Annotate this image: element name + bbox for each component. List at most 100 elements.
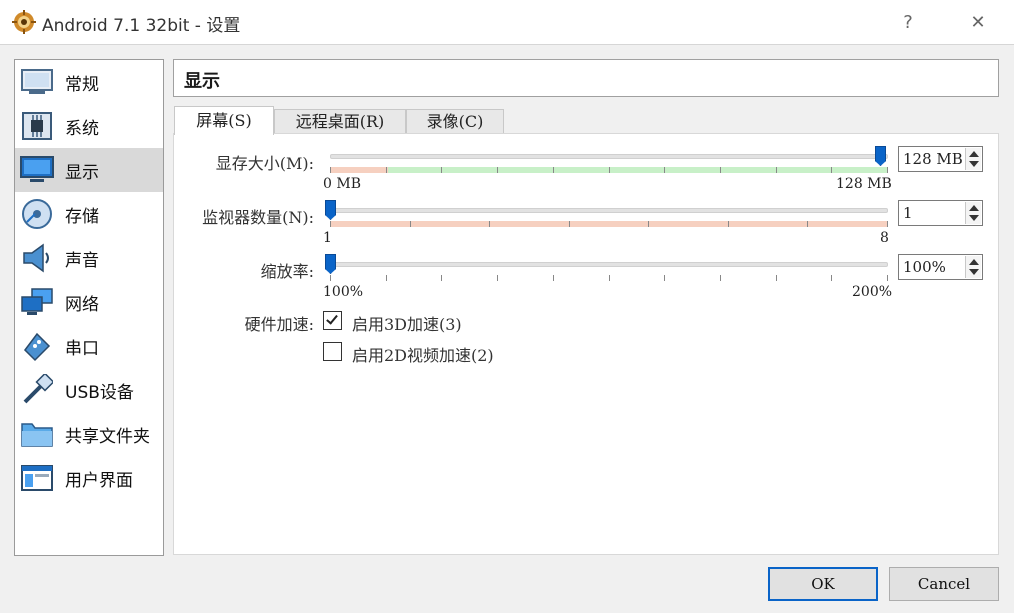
settings-sidebar: 常规 系统 显示 存储 声音 网络 串口 USB设备 共享文件夹 用户界面 (14, 59, 164, 556)
slider-tick (720, 275, 721, 281)
help-button[interactable]: ? (888, 8, 928, 38)
slider-tick (887, 167, 888, 173)
video-memory-stepper[interactable] (965, 148, 981, 170)
slider-tick (776, 167, 777, 173)
ok-button[interactable]: OK (768, 567, 878, 601)
video-memory-ticks (330, 167, 888, 173)
slider-tick (728, 221, 729, 227)
sidebar-item-network[interactable]: 网络 (15, 280, 163, 324)
sidebar-item-system[interactable]: 系统 (15, 104, 163, 148)
slider-tick (609, 275, 610, 281)
slider-tick (489, 221, 490, 227)
sidebar-item-audio[interactable]: 声音 (15, 236, 163, 280)
sidebar-item-serial-port[interactable]: 串口 (15, 324, 163, 368)
slider-tick (664, 275, 665, 281)
tab-recording[interactable]: 录像(C) (406, 109, 504, 134)
stepper-down-icon[interactable] (969, 215, 979, 221)
monitor-count-label: 监视器数量(N): (202, 208, 314, 227)
monitor-count-value: 1 (903, 204, 913, 222)
sidebar-item-label: 声音 (65, 250, 99, 271)
sidebar-item-label: 存储 (65, 206, 99, 227)
slider-tick (330, 221, 331, 227)
user-interface-icon (19, 462, 55, 494)
monitor-count-slider-track[interactable] (330, 208, 888, 213)
stepper-up-icon[interactable] (969, 259, 979, 265)
usb-icon (19, 374, 55, 406)
sidebar-item-display[interactable]: 显示 (15, 148, 163, 192)
monitor-count-ticks (330, 221, 888, 227)
slider-tick (386, 275, 387, 281)
slider-tick (441, 167, 442, 173)
slider-tick (609, 167, 610, 173)
sidebar-item-storage[interactable]: 存储 (15, 192, 163, 236)
tab-remote-display[interactable]: 远程桌面(R) (274, 109, 406, 134)
scale-factor-min-label: 100% (323, 284, 364, 300)
sidebar-item-label: 用户界面 (65, 470, 133, 491)
slider-tick (831, 275, 832, 281)
monitor-count-stepper[interactable] (965, 202, 981, 224)
enable-2d-checkbox[interactable] (323, 342, 342, 361)
video-memory-spinbox[interactable]: 128 MB (898, 146, 983, 172)
sidebar-item-user-interface[interactable]: 用户界面 (15, 456, 163, 500)
monitor-count-min-label: 1 (323, 230, 332, 246)
sidebar-item-label: 显示 (65, 162, 99, 183)
enable-2d-label[interactable]: 启用2D视频加速(2) (352, 342, 494, 366)
window-title: Android 7.1 32bit - 设置 (42, 16, 241, 36)
shared-folder-icon (19, 418, 55, 450)
slider-tick (720, 167, 721, 173)
slider-tick (330, 275, 331, 281)
slider-tick (664, 167, 665, 173)
acceleration-label: 硬件加速: (244, 315, 314, 334)
sidebar-item-label: 系统 (65, 118, 99, 139)
storage-disk-icon (19, 198, 55, 230)
slider-tick (887, 221, 888, 227)
video-memory-min-label: 0 MB (323, 176, 361, 192)
close-button[interactable]: ✕ (958, 8, 998, 38)
section-title: 显示 (184, 71, 220, 92)
video-memory-label: 显存大小(M): (215, 154, 314, 173)
sidebar-item-usb[interactable]: USB设备 (15, 368, 163, 412)
sidebar-item-label: 常规 (65, 74, 99, 95)
slider-tick (386, 167, 387, 173)
slider-tick (553, 167, 554, 173)
slider-tick (569, 221, 570, 227)
stepper-up-icon[interactable] (969, 205, 979, 211)
slider-tick (497, 275, 498, 281)
serial-port-icon (19, 330, 55, 362)
scale-factor-label: 缩放率: (260, 262, 314, 281)
stepper-down-icon[interactable] (969, 269, 979, 275)
screen-tab-panel (173, 133, 999, 555)
network-icon (19, 286, 55, 318)
video-memory-slider-track[interactable] (330, 154, 888, 159)
slider-tick (887, 275, 888, 281)
tab-screen[interactable]: 屏幕(S) (174, 106, 274, 135)
general-icon (19, 66, 55, 98)
stepper-up-icon[interactable] (969, 151, 979, 157)
scale-factor-spinbox[interactable]: 100% (898, 254, 983, 280)
scale-factor-stepper[interactable] (965, 256, 981, 278)
monitor-count-spinbox[interactable]: 1 (898, 200, 983, 226)
display-monitor-icon (19, 154, 55, 186)
title-bar: Android 7.1 32bit - 设置 ? ✕ (0, 0, 1014, 45)
sidebar-item-shared-folders[interactable]: 共享文件夹 (15, 412, 163, 456)
enable-3d-label[interactable]: 启用3D加速(3) (352, 311, 462, 335)
scale-factor-slider-track[interactable] (330, 262, 888, 267)
sidebar-item-label: USB设备 (65, 382, 134, 403)
scale-factor-value: 100% (903, 258, 946, 276)
checkmark-icon (326, 312, 338, 325)
audio-speaker-icon (19, 242, 55, 274)
slider-tick (553, 275, 554, 281)
slider-tick (410, 221, 411, 227)
cancel-button[interactable]: Cancel (889, 567, 999, 601)
sidebar-item-label: 网络 (65, 294, 99, 315)
slider-tick (776, 275, 777, 281)
video-memory-value: 128 MB (903, 150, 963, 168)
enable-3d-checkbox[interactable] (323, 311, 342, 330)
sidebar-item-general[interactable]: 常规 (15, 60, 163, 104)
stepper-down-icon[interactable] (969, 161, 979, 167)
virtualbox-gear-icon (12, 10, 36, 34)
slider-tick (831, 167, 832, 173)
slider-tick (648, 221, 649, 227)
section-header: 显示 (173, 59, 999, 97)
slider-tick (807, 221, 808, 227)
